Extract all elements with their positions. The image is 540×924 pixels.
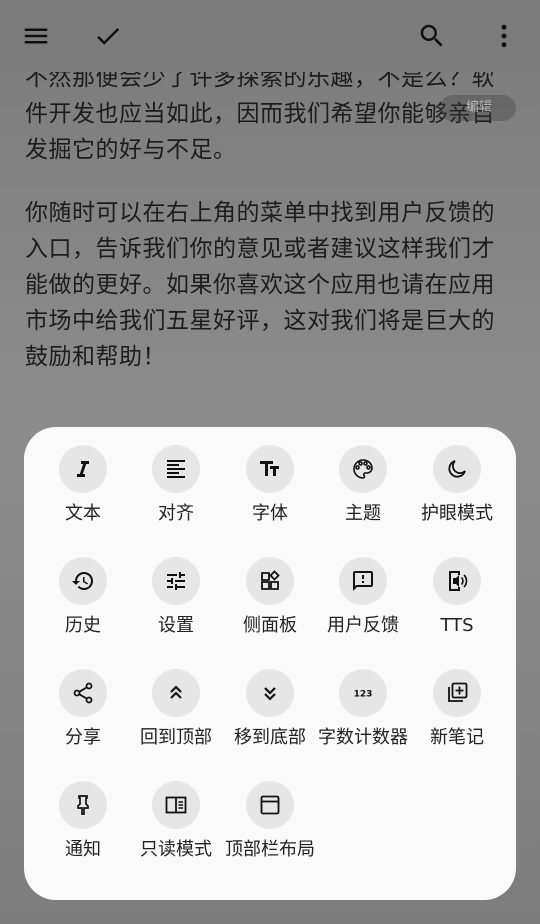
text-size-icon xyxy=(260,461,279,476)
menu-item-label: 字数计数器 xyxy=(318,727,408,748)
menu-item-label: 通知 xyxy=(65,839,101,860)
menu-item-feedback[interactable]: 用户反馈 xyxy=(313,539,413,639)
menu-item-label: 移到底部 xyxy=(234,727,306,748)
menu-item-label: 主题 xyxy=(345,503,381,524)
menu-item-label: 用户反馈 xyxy=(327,615,399,636)
menu-item-text[interactable]: 文本 xyxy=(33,427,133,527)
italic-icon xyxy=(77,461,89,477)
menu-item-toolbar-layout[interactable]: 顶部栏布局 xyxy=(220,763,320,863)
menu-item-label: 回到顶部 xyxy=(140,727,212,748)
menu-item-side-panel[interactable]: 侧面板 xyxy=(220,539,320,639)
pin-icon xyxy=(77,795,89,815)
note-paragraph: 你随时可以在右上角的菜单中找到用户反馈的入口，告诉我们你的意见或者建议这样我们才… xyxy=(25,200,495,370)
more-button[interactable] xyxy=(480,12,528,60)
menu-item-scroll-top[interactable]: 回到顶部 xyxy=(126,651,226,751)
search-icon xyxy=(420,24,443,47)
menu-item-new-note[interactable]: 新笔记 xyxy=(407,651,507,751)
double-chevron-down-icon xyxy=(264,687,276,701)
menu-item-label: 只读模式 xyxy=(140,839,212,860)
menu-icon xyxy=(24,28,48,44)
menu-item-label: 文本 xyxy=(65,503,101,524)
widgets-icon xyxy=(261,570,280,590)
history-icon xyxy=(72,571,94,590)
svg-text:123: 123 xyxy=(354,690,373,700)
menu-item-notification[interactable]: 通知 xyxy=(33,763,133,863)
double-chevron-up-icon xyxy=(170,685,182,699)
menu-item-label: 设置 xyxy=(158,615,194,636)
menu-item-scroll-bottom[interactable]: 移到底部 xyxy=(220,651,320,751)
menu-item-label: 顶部栏布局 xyxy=(225,839,315,860)
menu-item-label: 对齐 xyxy=(158,503,194,524)
check-icon xyxy=(97,28,120,45)
reader-icon xyxy=(165,796,187,814)
moon-icon xyxy=(448,460,466,478)
menu-item-label: 历史 xyxy=(65,615,101,636)
menu-item-label: TTS xyxy=(440,615,474,636)
top-app-bar xyxy=(0,0,540,72)
quick-menu-sheet: 文本 对齐 字体 主题 护眼模式 历史 设置 侧面板 用户反馈 TTS 分享 回… xyxy=(24,427,516,900)
menu-item-tts[interactable]: TTS xyxy=(407,539,507,639)
toolbar-layout-icon xyxy=(260,795,280,815)
share-icon xyxy=(73,682,93,704)
menu-item-word-counter[interactable]: 123 字数计数器 xyxy=(313,651,413,751)
search-button[interactable] xyxy=(408,12,456,60)
menu-item-font[interactable]: 字体 xyxy=(220,427,320,527)
menu-item-eye-care[interactable]: 护眼模式 xyxy=(407,427,507,527)
menu-item-read-only[interactable]: 只读模式 xyxy=(126,763,226,863)
more-vert-icon xyxy=(501,24,507,48)
tune-icon xyxy=(167,572,185,590)
menu-item-label: 字体 xyxy=(252,503,288,524)
menu-item-history[interactable]: 历史 xyxy=(33,539,133,639)
align-icon xyxy=(167,460,185,478)
feedback-icon xyxy=(353,571,373,591)
menu-button[interactable] xyxy=(12,12,60,60)
done-button[interactable] xyxy=(84,12,132,60)
edit-pill: 编辑 xyxy=(440,95,516,121)
menu-item-label: 分享 xyxy=(65,727,101,748)
menu-item-share[interactable]: 分享 xyxy=(33,651,133,751)
palette-icon xyxy=(353,459,373,479)
tts-icon xyxy=(449,571,468,591)
menu-item-align[interactable]: 对齐 xyxy=(126,427,226,527)
menu-item-label: 新笔记 xyxy=(430,727,484,748)
menu-item-label: 护眼模式 xyxy=(421,503,493,524)
counter-123-icon: 123 xyxy=(354,690,373,700)
menu-item-settings[interactable]: 设置 xyxy=(126,539,226,639)
menu-item-theme[interactable]: 主题 xyxy=(313,427,413,527)
new-note-icon xyxy=(448,682,468,702)
menu-item-label: 侧面板 xyxy=(243,615,297,636)
